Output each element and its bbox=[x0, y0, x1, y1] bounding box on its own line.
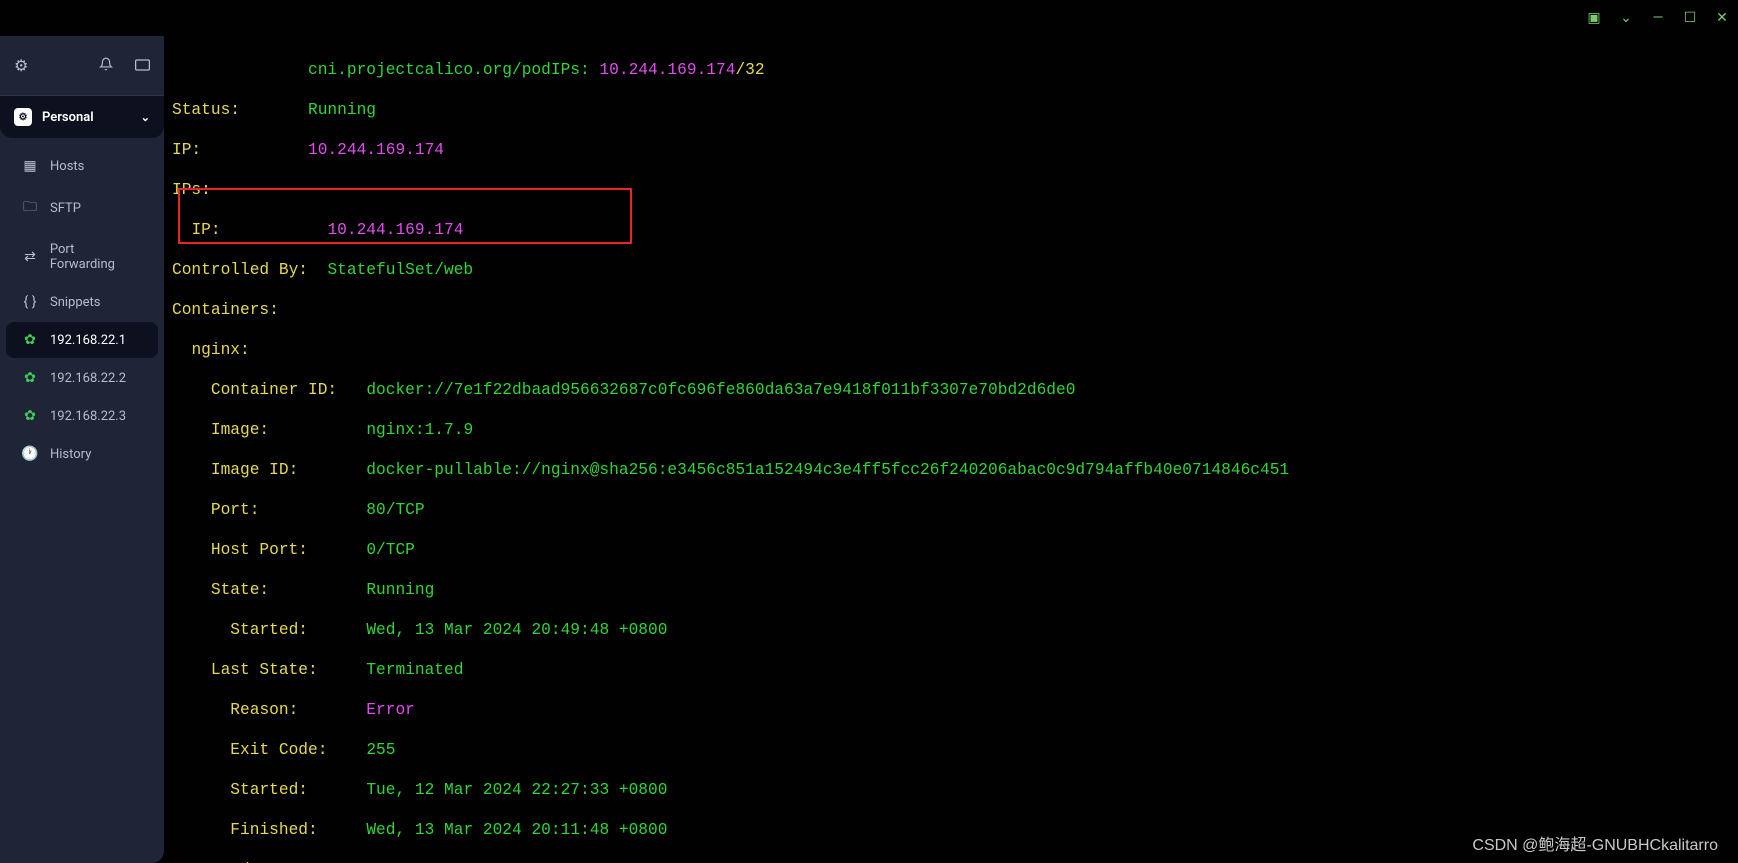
sidebar-item-label: 192.168.22.1 bbox=[50, 333, 126, 348]
panel-icon[interactable]: ▣ bbox=[1586, 10, 1602, 26]
sidebar-item-label: 192.168.22.3 bbox=[50, 409, 126, 424]
sidebar-item-server-2[interactable]: ✿ 192.168.22.2 bbox=[6, 360, 158, 396]
workspace-selector[interactable]: ⚙ Personal ⌄ bbox=[0, 96, 164, 138]
term-line: Reason: Error bbox=[172, 700, 1726, 720]
sidebar-item-label: SFTP bbox=[50, 201, 81, 216]
term-line: State: Running bbox=[172, 580, 1726, 600]
sidebar-item-label: Port Forwarding bbox=[50, 242, 142, 272]
term-line: Exit Code: 255 bbox=[172, 740, 1726, 760]
term-line: nginx: bbox=[172, 340, 1726, 360]
sidebar-top: ⚙ bbox=[0, 36, 164, 96]
minimize-icon[interactable]: — bbox=[1650, 10, 1666, 26]
sidebar-item-label: Hosts bbox=[50, 159, 84, 174]
sidebar-item-label: 192.168.22.2 bbox=[50, 371, 126, 386]
sidebar-item-label: Snippets bbox=[50, 295, 101, 310]
sidebar: ⚙ ⚙ Personal ⌄ ▦ Hosts 🗀 SFTP ⇄ bbox=[0, 36, 164, 863]
sidebar-item-server-3[interactable]: ✿ 192.168.22.3 bbox=[6, 398, 158, 434]
folder-icon: 🗀 bbox=[22, 196, 38, 220]
sidebar-item-sftp[interactable]: 🗀 SFTP bbox=[6, 186, 158, 230]
term-line: IPs: bbox=[172, 180, 1726, 200]
terminal[interactable]: cni.projectcalico.org/podIPs: 10.244.169… bbox=[164, 36, 1738, 863]
term-line: Host Port: 0/TCP bbox=[172, 540, 1726, 560]
sidebar-item-hosts[interactable]: ▦ Hosts bbox=[6, 148, 158, 184]
term-line: Status: Running bbox=[172, 100, 1726, 120]
term-line: Image ID: docker-pullable://nginx@sha256… bbox=[172, 460, 1726, 480]
term-line: IP: 10.244.169.174 bbox=[172, 140, 1726, 160]
watermark: CSDN @鲍海超-GNUBHCkalitarro bbox=[1472, 831, 1718, 855]
sidebar-item-label: History bbox=[50, 447, 91, 462]
term-line: cni.projectcalico.org/podIPs: 10.244.169… bbox=[172, 60, 1726, 80]
server-icon: ✿ bbox=[22, 370, 38, 386]
maximize-icon[interactable]: ☐ bbox=[1682, 10, 1698, 26]
term-line: Started: Wed, 13 Mar 2024 20:49:48 +0800 bbox=[172, 620, 1726, 640]
hosts-icon: ▦ bbox=[22, 158, 38, 174]
workspace-badge-icon: ⚙ bbox=[14, 108, 32, 126]
sidebar-item-snippets[interactable]: { } Snippets bbox=[6, 284, 158, 320]
titlebar: ▣ ⌄ — ☐ ✕ bbox=[0, 0, 1738, 36]
bell-icon[interactable] bbox=[99, 56, 113, 75]
sidebar-nav: ▦ Hosts 🗀 SFTP ⇄ Port Forwarding { } Sni… bbox=[0, 138, 164, 482]
sidebar-item-port-forwarding[interactable]: ⇄ Port Forwarding bbox=[6, 232, 158, 282]
chevron-icon[interactable]: ⌄ bbox=[1618, 10, 1634, 26]
term-line: Started: Tue, 12 Mar 2024 22:27:33 +0800 bbox=[172, 780, 1726, 800]
term-line: Port: 80/TCP bbox=[172, 500, 1726, 520]
braces-icon: { } bbox=[22, 294, 38, 310]
clock-icon: 🕐 bbox=[22, 446, 38, 462]
term-line: Last State: Terminated bbox=[172, 660, 1726, 680]
server-icon: ✿ bbox=[22, 332, 38, 348]
main-layout: ⚙ ⚙ Personal ⌄ ▦ Hosts 🗀 SFTP ⇄ bbox=[0, 36, 1738, 863]
workspace-label: Personal bbox=[42, 110, 94, 125]
sidebar-item-history[interactable]: 🕐 History bbox=[6, 436, 158, 472]
term-line: Container ID: docker://7e1f22dbaad956632… bbox=[172, 380, 1726, 400]
server-icon: ✿ bbox=[22, 408, 38, 424]
terminal-icon[interactable] bbox=[135, 56, 150, 75]
chevron-down-icon: ⌄ bbox=[141, 111, 150, 124]
term-line: Containers: bbox=[172, 300, 1726, 320]
term-line: Controlled By: StatefulSet/web bbox=[172, 260, 1726, 280]
sidebar-item-server-1[interactable]: ✿ 192.168.22.1 bbox=[6, 322, 158, 358]
term-line: Image: nginx:1.7.9 bbox=[172, 420, 1726, 440]
close-icon[interactable]: ✕ bbox=[1714, 10, 1730, 26]
settings-icon[interactable]: ⚙ bbox=[14, 56, 28, 75]
forward-icon: ⇄ bbox=[22, 249, 38, 265]
term-line: IP: 10.244.169.174 bbox=[172, 220, 1726, 240]
